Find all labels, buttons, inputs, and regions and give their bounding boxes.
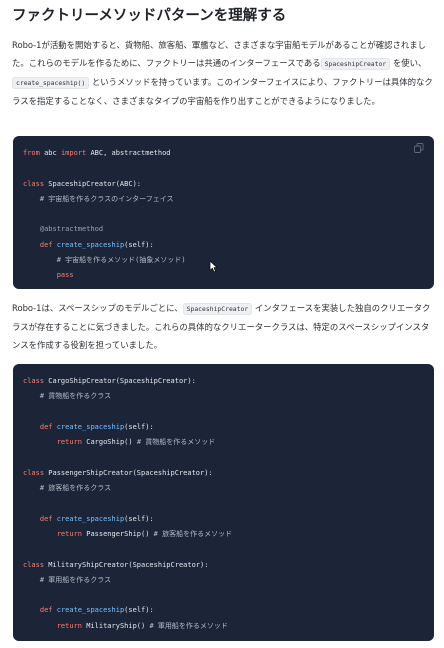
code-line: class MilitaryShipCreator(SpaceshipCreat… (23, 558, 424, 573)
code-line: return PassengerShip() # 旅客船を作るメソッド (23, 527, 424, 542)
code-text: PassengerShipCreator(SpaceshipCreator): (44, 468, 213, 477)
code-line: def create_spaceship(self): (23, 420, 424, 435)
code-line: pass (23, 268, 424, 283)
code-line: from abc import ABC, abstractmethod (23, 146, 424, 161)
code-keyword: pass (56, 271, 74, 280)
code-function: create_spaceship (56, 240, 125, 249)
code-keyword: class (23, 560, 45, 569)
code-keyword: import (60, 149, 87, 157)
code-comment: # 宇宙船を作るクラスのインターフェイス (39, 194, 174, 203)
code-keyword: def (39, 606, 53, 615)
code-line: class PassengerShipCreator(SpaceshipCrea… (23, 466, 424, 481)
inline-code: SpaceshipCreator (182, 303, 253, 315)
code-comment: # 旅客船を作るクラス (39, 484, 112, 493)
code-keyword: return (56, 529, 83, 538)
code-comment: # 旅客船を作るメソッド (153, 529, 233, 538)
code-text: ABC, abstractmethod (86, 149, 171, 157)
code-text: CargoShipCreator(SpaceshipCreator): (44, 377, 196, 385)
code-text: (self): (124, 422, 154, 431)
code-text: (self): (124, 514, 154, 523)
code-keyword: def (39, 422, 53, 431)
code-keyword: return (56, 621, 83, 630)
code-line: class CargoShipCreator(SpaceshipCreator)… (23, 374, 424, 389)
code-comment: # 軍用船を作るクラス (39, 575, 112, 584)
code-comment: # 貨物船を作るメソッド (136, 438, 216, 447)
paragraph-text: を使い、 (390, 58, 427, 68)
code-keyword: return (56, 438, 83, 447)
code-text: SpaceshipCreator(ABC): (44, 179, 142, 188)
code-text: MilitaryShipCreator(SpaceshipCreator): (44, 560, 209, 569)
intro-paragraph: Robo-1が活動を開始すると、貨物船、旅客船、軍艦など、さまざまな宇宙船モデル… (12, 36, 436, 110)
code-line: # 貨物船を作るクラス (23, 389, 424, 404)
code-keyword: class (23, 377, 45, 385)
code-line: @abstractmethod (23, 222, 424, 237)
code-comment: # 宇宙船を作るメソッド(抽象メソッド) (56, 256, 186, 265)
code-comment: # 貨物船を作るクラス (39, 392, 112, 401)
code-decorator: @abstractmethod (39, 225, 104, 234)
code-keyword: def (39, 240, 53, 249)
code-text: (self): (124, 606, 154, 615)
code-function: create_spaceship (56, 422, 125, 431)
code-line: def create_spaceship(self): (23, 238, 424, 253)
code-line: def create_spaceship(self): (23, 512, 424, 527)
code-block-creators: class CargoShipCreator(SpaceshipCreator)… (13, 364, 434, 641)
code-line: def create_spaceship(self): (23, 603, 424, 618)
code-line: # 旅客船を作るクラス (23, 481, 424, 496)
code-text: MilitaryShip() (82, 621, 150, 630)
code-line: return MilitaryShip() # 軍用船を作るメソッド (23, 619, 424, 634)
code-text: CargoShip() (82, 438, 137, 447)
code-function: create_spaceship (56, 514, 125, 523)
article: ファクトリーメソッドパターンを理解する Robo-1が活動を開始すると、貨物船、… (0, 0, 444, 648)
creators-paragraph: Robo-1は、スペースシップのモデルごとに、 SpaceshipCreator … (12, 299, 436, 354)
code-line: # 軍用船を作るクラス (23, 573, 424, 588)
code-keyword: def (39, 514, 53, 523)
code-keyword: class (23, 179, 45, 188)
inline-code: create_spaceship() (12, 77, 90, 89)
inline-code: SpaceshipCreator (320, 58, 391, 70)
mouse-pointer-icon (209, 260, 218, 273)
code-comment: # 軍用船を作るメソッド (149, 621, 228, 630)
code-line: # 宇宙船を作るクラスのインターフェイス (23, 192, 424, 207)
paragraph-text: Robo-1は、スペースシップのモデルごとに、 (12, 303, 183, 313)
section-heading: ファクトリーメソッドパターンを理解する (12, 8, 287, 24)
code-line: class SpaceshipCreator(ABC): (23, 177, 424, 192)
code-text: PassengerShip() (82, 529, 154, 538)
code-text: abc (39, 149, 61, 157)
code-keyword: from (23, 149, 40, 157)
code-block-interface: from abc import ABC, abstractmethod clas… (13, 136, 434, 289)
code-function: create_spaceship (56, 606, 125, 615)
code-line: return CargoShip() # 貨物船を作るメソッド (23, 435, 424, 450)
code-keyword: class (23, 468, 45, 477)
code-line: # 宇宙船を作るメソッド(抽象メソッド) (23, 253, 424, 268)
code-text: (self): (124, 240, 154, 249)
